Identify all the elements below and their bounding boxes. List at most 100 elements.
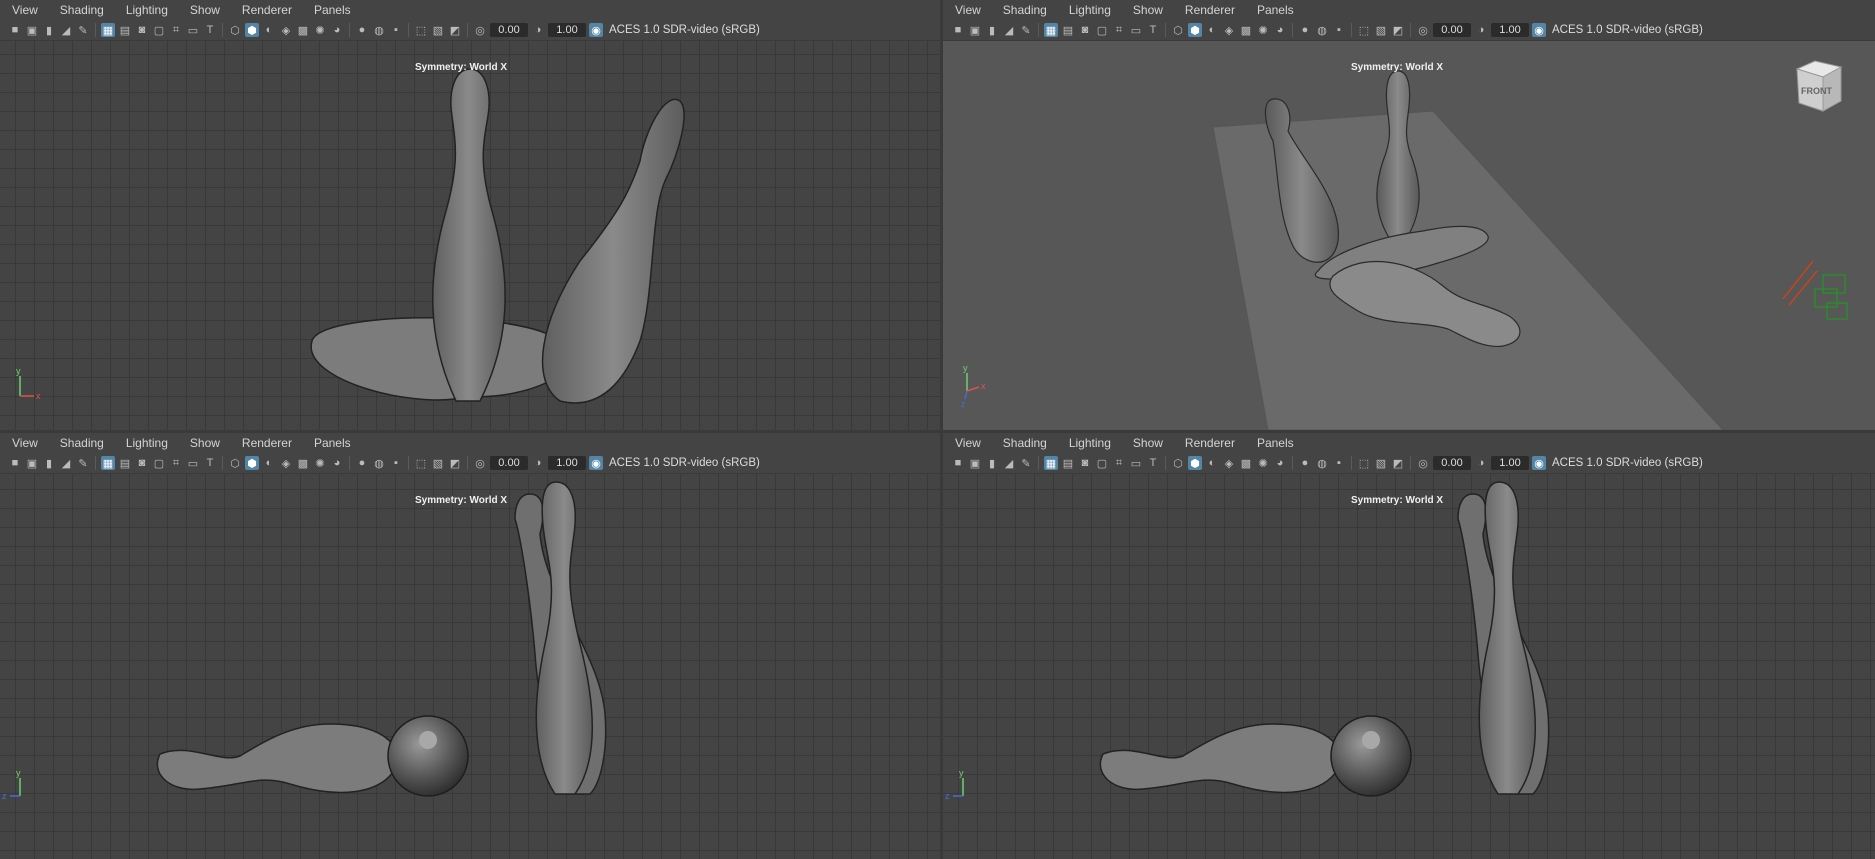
menu-view[interactable]: View bbox=[943, 436, 991, 450]
camera-select-icon[interactable]: ■ bbox=[8, 456, 22, 470]
textured-icon[interactable]: ▩ bbox=[1239, 456, 1253, 470]
lights-icon[interactable]: ✺ bbox=[1256, 23, 1270, 37]
xray-icon[interactable]: ▧ bbox=[1374, 456, 1388, 470]
menu-lighting[interactable]: Lighting bbox=[1057, 3, 1121, 17]
camera-attributes-icon[interactable]: ▣ bbox=[968, 23, 982, 37]
gate-mask-icon[interactable]: ▢ bbox=[152, 456, 166, 470]
field-chart-icon[interactable]: ⌗ bbox=[1112, 23, 1126, 37]
gamma-icon[interactable]: ◑ bbox=[531, 456, 545, 470]
bookmark-icon[interactable]: ▮ bbox=[985, 23, 999, 37]
gamma-icon[interactable]: ◑ bbox=[1474, 456, 1488, 470]
antialiasing-icon[interactable]: ▪ bbox=[1332, 456, 1346, 470]
motion-blur-icon[interactable]: ◍ bbox=[1315, 23, 1329, 37]
resolution-gate-icon[interactable]: ◙ bbox=[1078, 456, 1092, 470]
shadows-icon[interactable]: ◕ bbox=[330, 23, 344, 37]
ambient-occlusion-icon[interactable]: ● bbox=[1298, 456, 1312, 470]
xray-joints-icon[interactable]: ◩ bbox=[1391, 23, 1405, 37]
gamma-icon[interactable]: ◑ bbox=[1474, 23, 1488, 37]
field-chart-icon[interactable]: ⌗ bbox=[169, 456, 183, 470]
exposure-icon[interactable]: ◎ bbox=[1416, 23, 1430, 37]
grease-pencil-icon[interactable]: ✎ bbox=[76, 23, 90, 37]
menu-panels[interactable]: Panels bbox=[1245, 436, 1304, 450]
xray-joints-icon[interactable]: ◩ bbox=[1391, 456, 1405, 470]
image-plane-icon[interactable]: ◢ bbox=[59, 23, 73, 37]
film-gate-icon[interactable]: ▤ bbox=[118, 23, 132, 37]
grease-pencil-icon[interactable]: ✎ bbox=[76, 456, 90, 470]
resolution-gate-icon[interactable]: ◙ bbox=[1078, 23, 1092, 37]
wireframe-icon[interactable]: ⬡ bbox=[1171, 23, 1185, 37]
menu-view[interactable]: View bbox=[0, 3, 48, 17]
menu-lighting[interactable]: Lighting bbox=[114, 3, 178, 17]
menu-renderer[interactable]: Renderer bbox=[1173, 436, 1245, 450]
camera-select-icon[interactable]: ■ bbox=[8, 23, 22, 37]
color-management-icon[interactable]: ◉ bbox=[589, 23, 603, 37]
default-material-icon[interactable]: ◐ bbox=[1205, 456, 1219, 470]
safe-action-icon[interactable]: ▭ bbox=[186, 456, 200, 470]
wireframe-icon[interactable]: ⬡ bbox=[228, 23, 242, 37]
safe-action-icon[interactable]: ▭ bbox=[1129, 456, 1143, 470]
viewport-front[interactable]: View Shading Lighting Show Renderer Pane… bbox=[0, 0, 940, 430]
colorspace-dropdown[interactable]: ACES 1.0 SDR-video (sRGB) bbox=[1552, 24, 1703, 36]
viewport-side[interactable]: View Shading Lighting Show Renderer Pane… bbox=[0, 433, 940, 859]
isolate-select-icon[interactable]: ⬚ bbox=[414, 456, 428, 470]
menu-show[interactable]: Show bbox=[1121, 436, 1173, 450]
colorspace-dropdown[interactable]: ACES 1.0 SDR-video (sRGB) bbox=[609, 24, 760, 36]
ambient-occlusion-icon[interactable]: ● bbox=[355, 23, 369, 37]
wireframe-icon[interactable]: ⬡ bbox=[228, 456, 242, 470]
field-chart-icon[interactable]: ⌗ bbox=[169, 23, 183, 37]
gamma-field[interactable]: 1.00 bbox=[1491, 23, 1529, 37]
smooth-shade-icon[interactable]: ⬢ bbox=[245, 456, 259, 470]
antialiasing-icon[interactable]: ▪ bbox=[389, 456, 403, 470]
resolution-gate-icon[interactable]: ◙ bbox=[135, 23, 149, 37]
gamma-field[interactable]: 1.00 bbox=[548, 456, 586, 470]
gamma-field[interactable]: 1.00 bbox=[1491, 456, 1529, 470]
color-management-icon[interactable]: ◉ bbox=[589, 456, 603, 470]
viewport-canvas[interactable]: y z bbox=[943, 474, 1875, 859]
default-material-icon[interactable]: ◐ bbox=[1205, 23, 1219, 37]
textured-icon[interactable]: ▩ bbox=[1239, 23, 1253, 37]
wireframe-on-shaded-icon[interactable]: ◈ bbox=[1222, 456, 1236, 470]
exposure-icon[interactable]: ◎ bbox=[1416, 456, 1430, 470]
film-gate-icon[interactable]: ▤ bbox=[1061, 23, 1075, 37]
exposure-field[interactable]: 0.00 bbox=[1433, 456, 1471, 470]
smooth-shade-icon[interactable]: ⬢ bbox=[245, 23, 259, 37]
safe-title-icon[interactable]: T bbox=[1146, 23, 1160, 37]
viewport-canvas[interactable]: FRONT y x z bbox=[943, 41, 1875, 430]
gate-mask-icon[interactable]: ▢ bbox=[1095, 456, 1109, 470]
camera-attributes-icon[interactable]: ▣ bbox=[25, 456, 39, 470]
smooth-shade-icon[interactable]: ⬢ bbox=[1188, 23, 1202, 37]
lights-icon[interactable]: ✺ bbox=[313, 456, 327, 470]
camera-select-icon[interactable]: ■ bbox=[951, 456, 965, 470]
menu-shading[interactable]: Shading bbox=[48, 436, 114, 450]
grid-toggle-icon[interactable]: ▦ bbox=[101, 23, 115, 37]
motion-blur-icon[interactable]: ◍ bbox=[372, 23, 386, 37]
menu-renderer[interactable]: Renderer bbox=[230, 3, 302, 17]
colorspace-dropdown[interactable]: ACES 1.0 SDR-video (sRGB) bbox=[609, 457, 760, 469]
grid-toggle-icon[interactable]: ▦ bbox=[1044, 456, 1058, 470]
xray-icon[interactable]: ▧ bbox=[1374, 23, 1388, 37]
menu-panels[interactable]: Panels bbox=[302, 436, 361, 450]
menu-view[interactable]: View bbox=[0, 436, 48, 450]
shadows-icon[interactable]: ◕ bbox=[330, 456, 344, 470]
camera-attributes-icon[interactable]: ▣ bbox=[968, 456, 982, 470]
colorspace-dropdown[interactable]: ACES 1.0 SDR-video (sRGB) bbox=[1552, 457, 1703, 469]
bookmark-icon[interactable]: ▮ bbox=[42, 23, 56, 37]
safe-title-icon[interactable]: T bbox=[1146, 456, 1160, 470]
exposure-field[interactable]: 0.00 bbox=[490, 456, 528, 470]
viewport-canvas[interactable]: y x bbox=[0, 41, 940, 430]
default-material-icon[interactable]: ◐ bbox=[262, 23, 276, 37]
menu-renderer[interactable]: Renderer bbox=[1173, 3, 1245, 17]
ambient-occlusion-icon[interactable]: ● bbox=[355, 456, 369, 470]
menu-show[interactable]: Show bbox=[1121, 3, 1173, 17]
motion-blur-icon[interactable]: ◍ bbox=[372, 456, 386, 470]
grid-toggle-icon[interactable]: ▦ bbox=[101, 456, 115, 470]
default-material-icon[interactable]: ◐ bbox=[262, 456, 276, 470]
gamma-icon[interactable]: ◑ bbox=[531, 23, 545, 37]
textured-icon[interactable]: ▩ bbox=[296, 456, 310, 470]
resolution-gate-icon[interactable]: ◙ bbox=[135, 456, 149, 470]
viewport-side-2[interactable]: View Shading Lighting Show Renderer Pane… bbox=[943, 433, 1875, 859]
lights-icon[interactable]: ✺ bbox=[1256, 456, 1270, 470]
lights-icon[interactable]: ✺ bbox=[313, 23, 327, 37]
menu-shading[interactable]: Shading bbox=[991, 436, 1057, 450]
film-gate-icon[interactable]: ▤ bbox=[118, 456, 132, 470]
